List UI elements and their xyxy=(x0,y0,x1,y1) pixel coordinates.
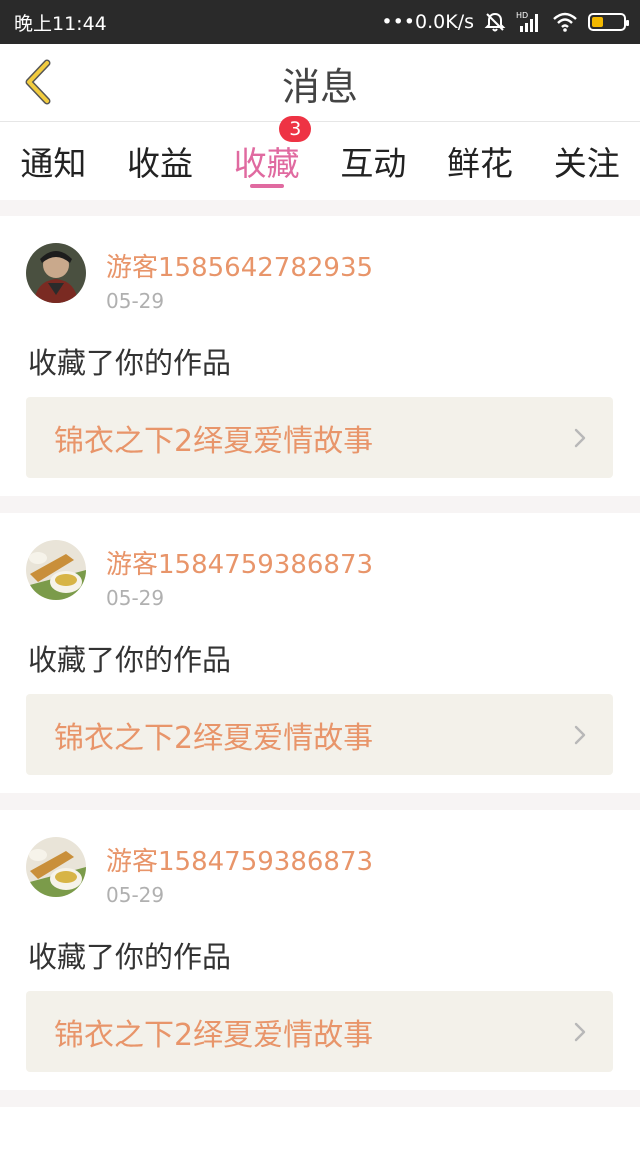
username-link[interactable]: 游客1584759386873 xyxy=(106,841,373,878)
tab-flowers[interactable]: 鲜花 xyxy=(427,122,534,200)
status-icons: •••0.0K/s HD xyxy=(381,10,629,34)
avatar[interactable] xyxy=(26,243,86,303)
username-link[interactable]: 游客1585642782935 xyxy=(106,247,373,284)
tab-label: 通知 xyxy=(20,144,87,183)
tab-label: 互动 xyxy=(340,144,407,183)
message-card: 游客1585642782935 05-29 收藏了你的作品 锦衣之下2绎夏爱情故… xyxy=(0,216,640,496)
tab-label: 收益 xyxy=(127,144,193,183)
work-title: 锦衣之下2绎夏爱情故事 xyxy=(54,720,374,756)
message-card: 游客1584759386873 05-29 收藏了你的作品 锦衣之下2绎夏爱情故… xyxy=(0,513,640,793)
chevron-right-icon xyxy=(574,725,586,745)
chevron-left-icon xyxy=(25,59,51,105)
work-link[interactable]: 锦衣之下2绎夏爱情故事 xyxy=(26,991,613,1072)
hd-signal-icon: HD xyxy=(516,10,542,34)
chevron-right-icon xyxy=(574,1022,586,1042)
work-link[interactable]: 锦衣之下2绎夏爱情故事 xyxy=(26,397,613,478)
work-title: 锦衣之下2绎夏爱情故事 xyxy=(54,1017,374,1053)
avatar[interactable] xyxy=(26,540,86,600)
battery-icon xyxy=(588,13,629,31)
chevron-right-icon xyxy=(574,428,586,448)
status-bar: 晚上11:44 •••0.0K/s HD xyxy=(0,0,640,44)
tab-label: 关注 xyxy=(553,144,620,183)
tab-earnings[interactable]: 收益 xyxy=(107,122,214,200)
tab-label: 收藏 xyxy=(233,144,300,183)
work-link[interactable]: 锦衣之下2绎夏爱情故事 xyxy=(26,694,613,775)
tab-label: 鲜花 xyxy=(447,144,514,183)
avatar[interactable] xyxy=(26,837,86,897)
svg-text:HD: HD xyxy=(516,11,528,20)
tab-count-badge: 3 xyxy=(279,116,312,142)
message-date: 05-29 xyxy=(106,289,165,313)
tab-notifications[interactable]: 通知 xyxy=(0,122,107,200)
network-speed-text: •••0.0K/s xyxy=(381,11,474,33)
message-card xyxy=(0,1107,640,1167)
status-time: 晚上11:44 xyxy=(14,12,107,35)
back-button[interactable] xyxy=(14,56,62,108)
username-link[interactable]: 游客1584759386873 xyxy=(106,544,373,581)
tab-bar: 通知 收益 收藏 3 互动 鲜花 关注 xyxy=(0,116,640,200)
tab-interactions[interactable]: 互动 xyxy=(320,122,427,200)
app-header: 消息 xyxy=(0,44,640,122)
work-title: 锦衣之下2绎夏爱情故事 xyxy=(54,423,374,459)
action-text: 收藏了你的作品 xyxy=(28,643,232,677)
wifi-icon xyxy=(552,12,578,32)
message-date: 05-29 xyxy=(106,883,165,907)
battery-fill xyxy=(592,17,603,27)
action-text: 收藏了你的作品 xyxy=(28,346,232,380)
tab-follows[interactable]: 关注 xyxy=(533,122,640,200)
message-card: 游客1584759386873 05-29 收藏了你的作品 锦衣之下2绎夏爱情故… xyxy=(0,810,640,1090)
page-title: 消息 xyxy=(281,64,358,109)
tab-favorites[interactable]: 收藏 3 xyxy=(213,116,320,200)
alarm-off-icon xyxy=(484,11,506,33)
message-list: 游客1585642782935 05-29 收藏了你的作品 锦衣之下2绎夏爱情故… xyxy=(0,216,640,1167)
active-tab-indicator xyxy=(249,184,284,188)
message-date: 05-29 xyxy=(106,586,165,610)
action-text: 收藏了你的作品 xyxy=(28,940,232,974)
